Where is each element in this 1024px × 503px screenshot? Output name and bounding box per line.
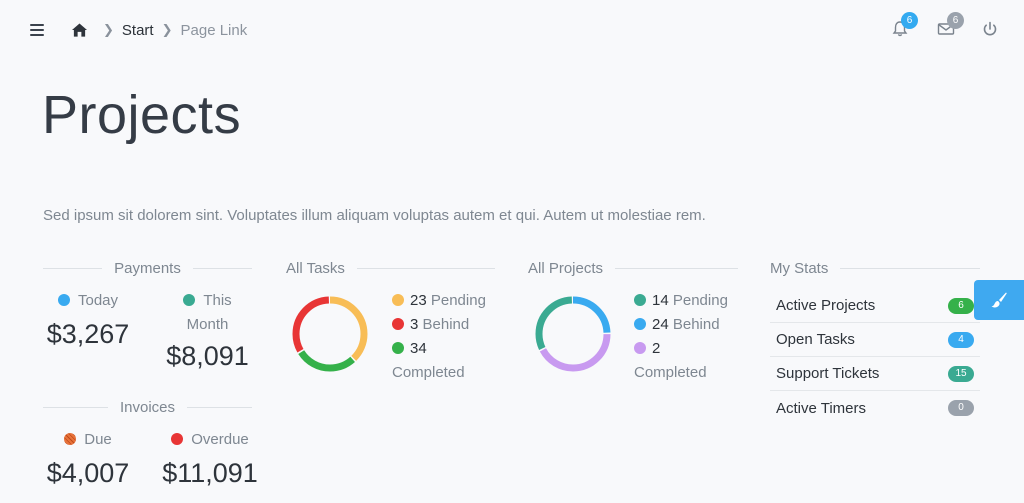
tasks-completed-label: Completed — [392, 364, 465, 381]
projects-legend-behind: 24 Behind — [634, 313, 728, 337]
projects-pending-count: 14 — [652, 292, 669, 309]
hamburger-icon[interactable] — [30, 24, 44, 36]
stats-row-active-projects[interactable]: Active Projects 6 — [770, 289, 980, 323]
due-dot — [64, 433, 77, 445]
payments-today: Today $3,267 — [43, 289, 133, 350]
pending-dot — [634, 294, 646, 306]
behind-dot — [634, 318, 646, 330]
payments-month: This Month $8,091 — [160, 289, 255, 372]
breadcrumb-start[interactable]: Start — [122, 22, 154, 39]
tasks-pending-count: 23 — [410, 292, 427, 309]
all-projects-header-label: All Projects — [528, 259, 604, 277]
tasks-legend: 23 Pending 3 Behind 34 Completed — [392, 289, 486, 385]
stats-count-badge: 0 — [948, 400, 974, 416]
page-title: Projects — [42, 85, 242, 145]
completed-dot — [392, 342, 404, 354]
tasks-pending-label: Pending — [430, 292, 486, 309]
overdue-label: Overdue — [191, 431, 249, 448]
month-label-b: Month — [186, 316, 229, 333]
chevron-right-icon: ❯ — [103, 22, 114, 37]
messages-button[interactable]: 6 — [937, 12, 964, 38]
stats-row-support-tickets[interactable]: Support Tickets 15 — [770, 357, 980, 391]
notifications-badge: 6 — [901, 12, 918, 29]
stats-row-label: Active Projects — [776, 297, 876, 314]
tasks-behind-label: Behind — [422, 316, 470, 333]
projects-behind-count: 24 — [652, 316, 669, 333]
completed-dot — [634, 342, 646, 354]
chevron-right-icon: ❯ — [161, 22, 173, 37]
notifications-button[interactable]: 6 — [891, 12, 918, 38]
invoices-header: Invoices — [43, 397, 252, 417]
tasks-legend-behind: 3 Behind — [392, 313, 486, 337]
payments-header-label: Payments — [114, 259, 181, 277]
stats-row-label: Support Tickets — [776, 365, 880, 382]
today-dot — [57, 294, 70, 306]
tasks-behind-count: 3 — [410, 316, 419, 333]
month-value: $8,091 — [166, 341, 249, 371]
stats-count-badge: 15 — [948, 365, 974, 382]
overdue-value: $11,091 — [162, 458, 258, 488]
page-description: Sed ipsum sit dolorem sint. Voluptates i… — [43, 207, 706, 224]
my-stats-list: Active Projects 6 Open Tasks 4 Support T… — [770, 289, 980, 425]
tasks-completed-count: 34 — [410, 340, 427, 357]
my-stats-header-label: My Stats — [770, 259, 829, 277]
all-tasks-header: All Tasks — [286, 258, 495, 278]
projects-pending-label: Pending — [672, 292, 728, 309]
stats-count-badge: 4 — [948, 331, 974, 348]
overdue-dot — [171, 433, 184, 445]
messages-badge: 6 — [947, 12, 964, 29]
breadcrumb-page-link[interactable]: Page Link — [181, 22, 248, 39]
stats-count-badge: 6 — [948, 297, 974, 314]
behind-dot — [392, 318, 404, 330]
invoices-due: Due $4,007 — [43, 428, 133, 489]
today-value: $3,267 — [46, 319, 130, 349]
tasks-legend-pending: 23 Pending — [392, 289, 486, 313]
due-label: Due — [84, 431, 112, 448]
all-tasks-header-label: All Tasks — [286, 259, 345, 277]
breadcrumb: ❯ Start ❯ Page Link — [72, 20, 247, 40]
projects-legend-pending: 14 Pending — [634, 289, 728, 313]
invoices-overdue: Overdue $11,091 — [160, 428, 260, 489]
stats-row-active-timers[interactable]: Active Timers 0 — [770, 391, 980, 425]
tasks-legend-completed: 34 — [392, 337, 486, 361]
projects-completed-label: Completed — [634, 364, 707, 381]
power-button[interactable] — [981, 20, 999, 38]
stats-row-label: Open Tasks — [776, 331, 855, 348]
tasks-donut-chart — [292, 296, 368, 372]
projects-legend-completed: 2 — [634, 337, 728, 361]
projects-behind-label: Behind — [672, 316, 720, 333]
theme-settings-tab[interactable] — [974, 280, 1024, 320]
month-label-a: This — [203, 292, 232, 309]
today-label: Today — [77, 292, 119, 309]
stats-row-label: Active Timers — [776, 399, 867, 417]
all-projects-header: All Projects — [528, 258, 738, 278]
power-icon — [983, 21, 997, 36]
paintbrush-icon — [991, 292, 1007, 308]
pending-dot — [392, 294, 404, 306]
projects-donut-chart — [535, 296, 611, 372]
stats-row-open-tasks[interactable]: Open Tasks 4 — [770, 323, 980, 357]
my-stats-header: My Stats — [770, 258, 980, 278]
due-value: $4,007 — [46, 458, 130, 488]
projects-legend: 14 Pending 24 Behind 2 Completed — [634, 289, 728, 385]
top-bar: ❯ Start ❯ Page Link 6 6 — [0, 0, 1024, 60]
home-icon[interactable] — [72, 23, 87, 37]
projects-completed-count: 2 — [652, 340, 661, 357]
month-dot — [183, 294, 196, 306]
payments-header: Payments — [43, 258, 253, 278]
invoices-header-label: Invoices — [119, 398, 176, 416]
